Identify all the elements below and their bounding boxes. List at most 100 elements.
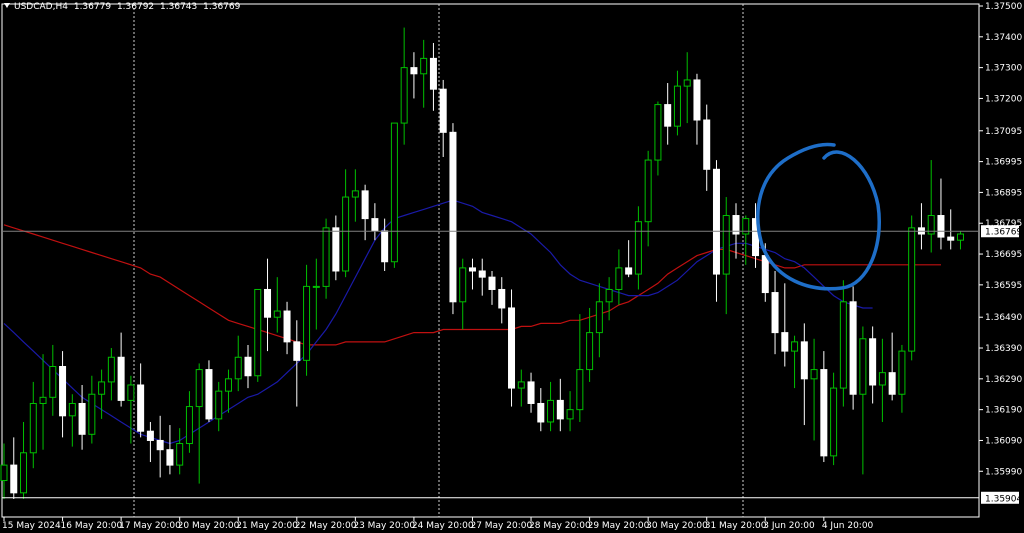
candle xyxy=(742,215,750,265)
chart-window[interactable]: 1.37500 1.37400 1.37300 1.37200 1.37095 1.369… xyxy=(0,0,1024,533)
time-tick-label: 22 May 20:00 xyxy=(295,521,357,531)
candle xyxy=(29,381,37,469)
candle-body xyxy=(420,57,428,75)
candlestick-chart[interactable]: 1.37500 1.37400 1.37300 1.37200 1.37095 1.369… xyxy=(0,0,1024,533)
candle-body xyxy=(781,332,789,352)
candle xyxy=(146,421,154,463)
candle-body xyxy=(215,390,223,420)
candle xyxy=(410,52,418,99)
candle-body xyxy=(849,301,857,395)
candle xyxy=(283,301,291,355)
price-tick-label: 1.36995 xyxy=(985,158,1022,168)
candle xyxy=(117,332,125,407)
candle-body xyxy=(322,227,330,287)
candle xyxy=(215,381,223,432)
candle-body xyxy=(273,310,281,318)
candle-body xyxy=(400,67,408,124)
candle xyxy=(10,437,18,499)
candle-body xyxy=(712,168,720,275)
dropdown-triangle-icon[interactable] xyxy=(4,3,10,8)
candle xyxy=(595,283,603,358)
price-tick-label: 1.36895 xyxy=(985,188,1022,198)
candle-body xyxy=(859,338,867,395)
time-tick-label: 3 Jun 20:00 xyxy=(763,521,815,531)
candle xyxy=(810,338,818,441)
price-tick-label: 1.37400 xyxy=(985,33,1022,43)
candle-body xyxy=(195,369,203,408)
candle-body xyxy=(98,381,106,395)
candle xyxy=(956,230,964,250)
candle xyxy=(703,104,711,191)
candle-body xyxy=(49,366,57,398)
candle xyxy=(68,394,76,447)
price-lines xyxy=(2,230,979,499)
candle xyxy=(205,360,213,422)
time-tick-label: 4 Jun 20:00 xyxy=(822,521,874,531)
candle-body xyxy=(371,218,379,232)
candle-body xyxy=(654,104,662,161)
candle-body xyxy=(839,301,847,389)
candle xyxy=(332,215,340,281)
candle-body xyxy=(381,230,389,263)
candle-body xyxy=(234,356,242,380)
price-tick-label: 1.37200 xyxy=(985,94,1022,104)
price-tick-label: 1.35990 xyxy=(985,467,1022,477)
candle-body xyxy=(517,381,525,389)
candle-body xyxy=(722,215,730,275)
candle xyxy=(664,83,672,145)
time-tick-label: 30 May 20:00 xyxy=(646,521,708,531)
candle xyxy=(59,351,67,438)
candle xyxy=(517,369,525,407)
candle-body xyxy=(439,88,447,133)
candle xyxy=(137,363,145,438)
price-tick-label: 1.36595 xyxy=(985,281,1022,291)
candle xyxy=(459,258,467,330)
candle-body xyxy=(0,464,8,482)
candle xyxy=(781,283,789,367)
candle-body xyxy=(293,341,301,361)
candle-body xyxy=(429,57,437,90)
price-tick-label: 1.37095 xyxy=(985,127,1022,137)
candle-body xyxy=(78,402,86,435)
candle xyxy=(644,150,652,247)
candle xyxy=(468,258,476,290)
horizontal-level-label: 1.35904 xyxy=(985,494,1022,504)
time-tick-label: 21 May 20:00 xyxy=(236,521,298,531)
candle-body xyxy=(664,104,672,127)
candle xyxy=(839,280,847,407)
candle xyxy=(351,169,359,222)
candle-body xyxy=(508,307,516,389)
candle xyxy=(625,240,633,278)
candle xyxy=(390,122,398,268)
candle-body xyxy=(303,285,311,361)
candle xyxy=(508,289,516,407)
time-tick-label: 17 May 20:00 xyxy=(119,521,181,531)
symbol-header: USDCAD,H4 1.36779 1.36792 1.36743 1.3676… xyxy=(4,2,243,12)
candle-body xyxy=(449,131,457,303)
moving-averages xyxy=(3,199,941,445)
candle xyxy=(917,203,925,250)
candle-body xyxy=(185,406,193,445)
price-tick-label: 1.36490 xyxy=(985,313,1022,323)
candle-body xyxy=(693,79,701,121)
candle-body xyxy=(312,285,320,288)
candle-body xyxy=(459,267,467,303)
candle-body xyxy=(107,356,115,383)
candle-body xyxy=(137,384,145,432)
candle-body xyxy=(254,288,262,377)
candle-body xyxy=(478,270,486,278)
candle-body xyxy=(342,196,350,272)
candle xyxy=(449,123,457,315)
candle xyxy=(937,178,945,250)
candle-body xyxy=(898,350,906,395)
candle xyxy=(859,326,867,475)
candle-body xyxy=(166,449,174,466)
candle xyxy=(176,428,184,475)
candle xyxy=(547,381,555,432)
candle-body xyxy=(625,267,633,275)
candle xyxy=(566,391,574,432)
candle-body xyxy=(351,190,359,198)
candle-body xyxy=(908,227,916,352)
candle xyxy=(898,344,906,413)
candle-body xyxy=(771,292,779,334)
